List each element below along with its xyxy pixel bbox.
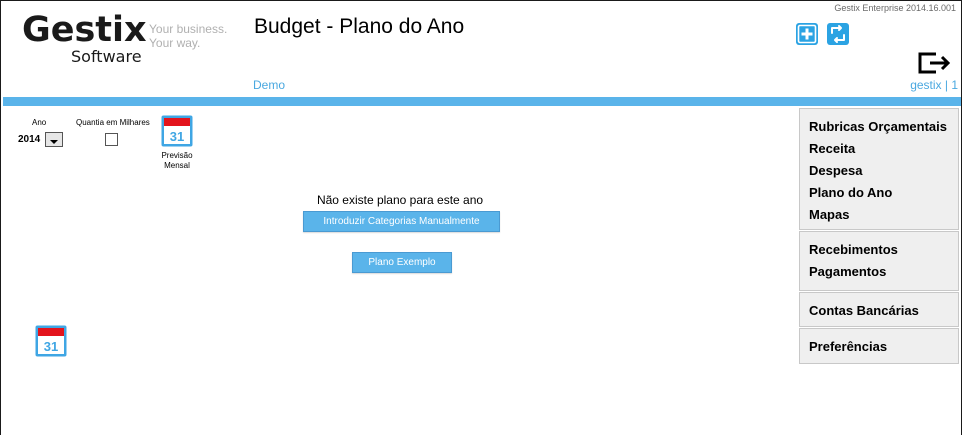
gestix-logo[interactable]: Gestix Software Your business. Your way. xyxy=(22,10,232,70)
slogan-line-1: Your business. xyxy=(149,22,228,36)
menu-item-contas-bancarias[interactable]: Contas Bancárias xyxy=(809,300,958,322)
slogan-line-2: Your way. xyxy=(149,36,201,50)
thousands-label: Quantia em Milhares xyxy=(76,118,150,127)
user-link[interactable]: gestix | 1 xyxy=(910,78,958,92)
side-group-budget: Rubricas Orçamentais Receita Despesa Pla… xyxy=(799,108,959,230)
forecast-line-2: Mensal xyxy=(164,161,190,170)
year-dropdown-button[interactable] xyxy=(45,132,63,147)
menu-item-pagamentos[interactable]: Pagamentos xyxy=(809,261,958,283)
no-plan-message: Não existe plano para este ano xyxy=(316,193,484,207)
side-menu: Rubricas Orçamentais Receita Despesa Pla… xyxy=(799,108,959,365)
header-divider-bar xyxy=(3,97,961,106)
menu-item-receita[interactable]: Receita xyxy=(809,138,958,160)
menu-item-recebimentos[interactable]: Recebimentos xyxy=(809,239,958,261)
thousands-checkbox[interactable] xyxy=(105,133,118,146)
menu-item-despesa[interactable]: Despesa xyxy=(809,160,958,182)
company-link[interactable]: Demo xyxy=(253,78,285,92)
refresh-icon[interactable] xyxy=(826,22,850,46)
year-label: Ano xyxy=(32,118,47,127)
calendar-day-bottom: 31 xyxy=(44,339,58,354)
calendar-day: 31 xyxy=(170,129,184,144)
side-group-cashflow: Recebimentos Pagamentos xyxy=(799,231,959,291)
version-label: Gestix Enterprise 2014.16.001 xyxy=(834,3,956,13)
calendar-icon[interactable]: 31 xyxy=(161,115,193,147)
side-group-preferences: Preferências xyxy=(799,328,959,364)
side-group-accounts: Contas Bancárias xyxy=(799,292,959,327)
logo-subtitle: Software xyxy=(71,47,142,66)
calendar-icon-bottom[interactable]: 31 xyxy=(35,325,67,357)
logo-wordmark: Gestix xyxy=(22,10,147,50)
page-title: Budget - Plano do Ano xyxy=(254,15,465,38)
logo-slogan: Your business. Your way. xyxy=(149,22,227,50)
example-plan-button[interactable]: Plano Exemplo xyxy=(352,252,452,273)
menu-item-preferencias[interactable]: Preferências xyxy=(809,336,958,358)
monthly-forecast-label[interactable]: Previsão Mensal xyxy=(155,151,199,171)
year-value[interactable]: 2014 xyxy=(18,134,40,145)
menu-item-plano-do-ano[interactable]: Plano do Ano xyxy=(809,182,958,204)
enter-categories-manually-button[interactable]: Introduzir Categorias Manualmente xyxy=(303,211,500,232)
forecast-line-1: Previsão xyxy=(161,151,193,160)
menu-item-mapas[interactable]: Mapas xyxy=(809,204,958,226)
plus-square-icon[interactable] xyxy=(795,22,819,46)
logout-icon[interactable] xyxy=(916,50,952,76)
menu-item-rubricas[interactable]: Rubricas Orçamentais xyxy=(809,116,958,138)
